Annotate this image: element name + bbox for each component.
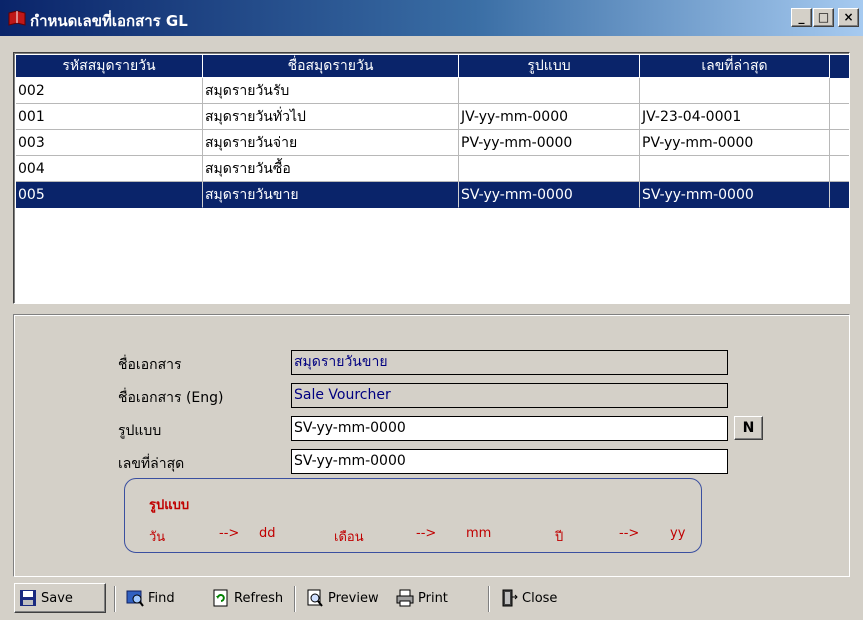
- cell-format: PV-yy-mm-0000: [459, 130, 640, 156]
- title-bar: กำหนดเลขที่เอกสาร GL _ □ ×: [0, 0, 863, 36]
- doc-name-eng-label: ชื่อเอกสาร (Eng): [118, 390, 224, 406]
- refresh-label: Refresh: [234, 590, 284, 606]
- legend-year-label: ปี: [555, 530, 564, 545]
- legend-month-label: เดือน: [334, 530, 364, 545]
- cell-name: สมุดรายวันขาย: [203, 182, 459, 208]
- legend-month-code: mm: [466, 526, 492, 541]
- legend-day-label: วัน: [149, 530, 166, 545]
- cell-code: 001: [16, 104, 203, 130]
- format-field[interactable]: SV-yy-mm-0000: [291, 416, 728, 441]
- doc-name-label: ชื่อเอกสาร: [118, 357, 182, 373]
- cell-code: 004: [16, 156, 203, 182]
- cell-filler: [830, 78, 849, 104]
- toolbar-separator: [294, 586, 296, 612]
- app-icon: [8, 10, 26, 26]
- cell-last-no: SV-yy-mm-0000: [640, 182, 830, 208]
- legend-year-code: yy: [670, 526, 686, 541]
- cell-name: สมุดรายวันทั่วไป: [203, 104, 459, 130]
- cell-name: สมุดรายวันซื้อ: [203, 156, 459, 182]
- print-button[interactable]: Print: [392, 583, 468, 613]
- exit-door-icon: [502, 589, 518, 607]
- toolbar-separator: [488, 586, 490, 612]
- legend-arrow: -->: [219, 526, 240, 541]
- doc-name-eng-field[interactable]: Sale Vourcher: [291, 383, 728, 408]
- cell-filler: [830, 182, 849, 208]
- column-header-last-no[interactable]: เลขที่ล่าสุด: [640, 55, 830, 78]
- doc-name-field[interactable]: สมุดรายวันขาย: [291, 350, 728, 375]
- preview-button[interactable]: Preview: [302, 583, 390, 613]
- cell-format: SV-yy-mm-0000: [459, 182, 640, 208]
- table-row[interactable]: 001 สมุดรายวันทั่วไป JV-yy-mm-0000 JV-23…: [16, 104, 849, 130]
- close-button[interactable]: Close: [496, 583, 572, 613]
- column-header-name[interactable]: ชื่อสมุดรายวัน: [203, 55, 459, 78]
- legend-arrow: -->: [416, 526, 437, 541]
- legend-arrow: -->: [619, 526, 640, 541]
- table-row[interactable]: 004 สมุดรายวันซื้อ: [16, 156, 849, 182]
- column-header-format[interactable]: รูปแบบ: [459, 55, 640, 78]
- format-label: รูปแบบ: [118, 423, 162, 439]
- cell-filler: [830, 104, 849, 130]
- close-label: Close: [522, 590, 558, 606]
- cell-name: สมุดรายวันรับ: [203, 78, 459, 104]
- minimize-button[interactable]: _: [791, 8, 812, 27]
- cell-filler: [830, 130, 849, 156]
- cell-last-no: JV-23-04-0001: [640, 104, 830, 130]
- cell-code: 005: [16, 182, 203, 208]
- save-label: Save: [41, 590, 73, 606]
- print-label: Print: [418, 590, 448, 606]
- cell-format: JV-yy-mm-0000: [459, 104, 640, 130]
- table-row-selected[interactable]: 005 สมุดรายวันขาย SV-yy-mm-0000 SV-yy-mm…: [16, 182, 849, 208]
- last-no-label: เลขที่ล่าสุด: [118, 456, 185, 472]
- format-legend-box: รูปแบบ วัน --> dd เดือน --> mm ปี --> yy: [124, 478, 702, 553]
- maximize-button[interactable]: □: [813, 8, 834, 27]
- close-window-button[interactable]: ×: [838, 8, 859, 27]
- bottom-toolbar: Save Find Refresh Preview Print Close: [0, 580, 863, 620]
- cell-name: สมุดรายวันจ่าย: [203, 130, 459, 156]
- grid-header: รหัสสมุดรายวัน ชื่อสมุดรายวัน รูปแบบ เลข…: [16, 55, 849, 78]
- cell-format: [459, 156, 640, 182]
- save-button[interactable]: Save: [14, 583, 106, 613]
- window-title: กำหนดเลขที่เอกสาร GL: [30, 12, 188, 30]
- cell-code: 002: [16, 78, 203, 104]
- legend-title: รูปแบบ: [149, 498, 190, 513]
- cell-filler: [830, 156, 849, 182]
- legend-day-code: dd: [259, 526, 276, 541]
- cell-last-no: [640, 156, 830, 182]
- journal-grid[interactable]: รหัสสมุดรายวัน ชื่อสมุดรายวัน รูปแบบ เลข…: [13, 52, 850, 304]
- n-button[interactable]: N: [734, 416, 763, 440]
- toolbar-separator: [114, 586, 116, 612]
- cell-code: 003: [16, 130, 203, 156]
- detail-form: ชื่อเอกสาร สมุดรายวันขาย ชื่อเอกสาร (Eng…: [13, 314, 850, 577]
- find-icon: [126, 590, 144, 607]
- column-header-code[interactable]: รหัสสมุดรายวัน: [16, 55, 203, 78]
- cell-last-no: [640, 78, 830, 104]
- table-row[interactable]: 003 สมุดรายวันจ่าย PV-yy-mm-0000 PV-yy-m…: [16, 130, 849, 156]
- refresh-button[interactable]: Refresh: [208, 583, 294, 613]
- cell-format: [459, 78, 640, 104]
- table-row[interactable]: 002 สมุดรายวันรับ: [16, 78, 849, 104]
- preview-label: Preview: [328, 590, 379, 606]
- last-no-field[interactable]: SV-yy-mm-0000: [291, 449, 728, 474]
- find-button[interactable]: Find: [122, 583, 188, 613]
- refresh-icon: [213, 589, 228, 607]
- cell-last-no: PV-yy-mm-0000: [640, 130, 830, 156]
- preview-icon: [307, 589, 323, 607]
- printer-icon: [396, 589, 414, 607]
- floppy-disk-icon: [20, 590, 36, 606]
- find-label: Find: [148, 590, 175, 606]
